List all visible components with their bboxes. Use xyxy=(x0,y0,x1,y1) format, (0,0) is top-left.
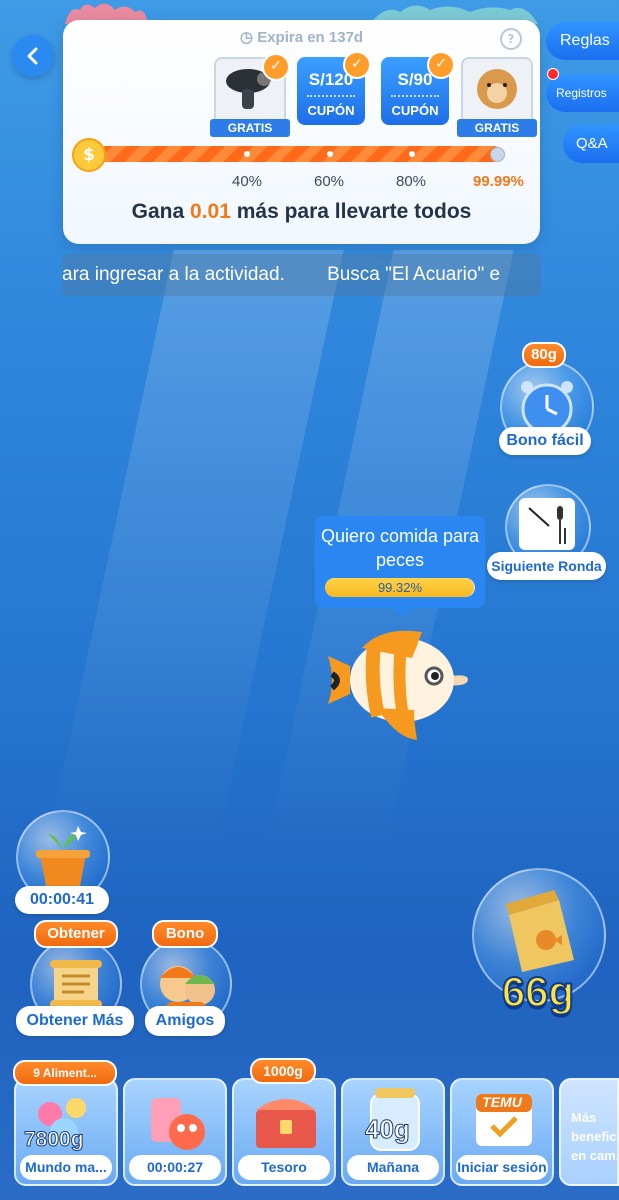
gratis-tag: GRATIS xyxy=(210,119,290,137)
milestone-dot xyxy=(244,151,250,157)
microphone-stand-icon xyxy=(528,506,566,544)
milestone-label: 99.99% xyxy=(473,173,524,190)
expire-label: ◷ Expira en 137d xyxy=(239,29,364,46)
pet-fish[interactable] xyxy=(322,618,472,743)
check-icon: ✓ xyxy=(427,51,455,79)
more-benefits-label: Más beneficios en cam... xyxy=(571,1110,617,1163)
milestone-label: 60% xyxy=(314,173,345,190)
coupon-label: CUPÓN xyxy=(307,103,355,118)
records-button[interactable]: Registros xyxy=(546,74,619,112)
check-icon: ✓ xyxy=(343,51,371,79)
reward-coupon-90[interactable]: S/90 CUPÓN ✓ xyxy=(381,51,455,125)
treasure-chest-icon xyxy=(256,1099,316,1148)
friends-tag: Bono xyxy=(152,920,218,948)
reward-gift-hairdryer[interactable]: ✓ GRATIS xyxy=(210,53,290,137)
bottom-item-treasure[interactable]: Tesoro xyxy=(232,1078,336,1186)
food-amount: 66g xyxy=(501,967,575,1016)
timer-label: 00:00:27 xyxy=(129,1155,221,1180)
world-tag: 9 Aliment... xyxy=(13,1060,117,1086)
qa-button[interactable]: Q&A xyxy=(563,125,619,163)
get-more-label[interactable]: Obtener Más xyxy=(16,1006,134,1036)
gratis-tag: GRATIS xyxy=(457,119,537,137)
login-label: Iniciar sesión xyxy=(456,1155,548,1180)
progress-bar xyxy=(98,146,502,162)
bottom-item-tomorrow[interactable]: 40g Mañana xyxy=(341,1078,445,1186)
coupon-label: CUPÓN xyxy=(391,103,439,118)
clock-icon: ◷ xyxy=(239,29,258,46)
plant-timer: 00:00:41 xyxy=(15,886,109,914)
chevron-left-icon xyxy=(27,47,38,65)
reward-coupon-120[interactable]: S/120 CUPÓN ✓ xyxy=(297,51,371,125)
bottom-item-world[interactable]: 7800g Mundo ma... xyxy=(14,1078,118,1186)
goal-text: Gana 0.01 más para llevarte todos xyxy=(131,200,472,223)
temu-calendar-icon xyxy=(476,1094,532,1146)
milestone-label: 80% xyxy=(396,173,427,190)
notification-dot xyxy=(547,68,559,80)
treasure-label: Tesoro xyxy=(238,1155,330,1180)
fish-message: Quiero comida para peces xyxy=(320,526,480,570)
rewards-card: ◷ Expira en 137d ? ✓ GRATIS S/120 CUPÓN … xyxy=(63,20,540,244)
milestone-dot xyxy=(327,151,333,157)
rules-button[interactable]: Reglas xyxy=(546,22,619,60)
check-icon: ✓ xyxy=(262,53,290,81)
bottom-item-more[interactable]: Más beneficios en cam... xyxy=(559,1078,619,1186)
bono-amount-tag: 80g xyxy=(522,342,566,368)
reward-gift-plush[interactable]: GRATIS xyxy=(457,57,537,137)
bottom-item-timer[interactable]: 00:00:27 xyxy=(123,1078,227,1186)
temu-badge: TEMU xyxy=(482,1094,522,1110)
world-label: Mundo ma... xyxy=(20,1155,112,1180)
tomorrow-badge: 40g xyxy=(365,1114,411,1145)
drink-crab-icon xyxy=(151,1098,205,1150)
bottom-item-login[interactable]: TEMU Iniciar sesión xyxy=(450,1078,554,1186)
fish-speech-bubble: Quiero comida para peces 99.32% xyxy=(315,516,485,618)
progress-fill xyxy=(98,146,502,162)
marquee-banner: ara ingresar a la actividad. Busca "El A… xyxy=(62,254,541,296)
help-icon[interactable]: ? xyxy=(500,28,522,50)
tomorrow-label: Mañana xyxy=(347,1155,439,1180)
get-more-tag: Obtener xyxy=(34,920,118,948)
next-round-label[interactable]: Siguiente Ronda xyxy=(487,552,606,580)
back-button[interactable] xyxy=(12,35,54,77)
milestone-label: 40% xyxy=(232,173,263,190)
plush-toy-icon xyxy=(477,69,517,109)
friends-label[interactable]: Amigos xyxy=(145,1006,225,1036)
treasure-tag: 1000g xyxy=(250,1058,316,1084)
bono-facil-label[interactable]: Bono fácil xyxy=(499,427,591,455)
fish-progress-text: 99.32% xyxy=(377,580,423,595)
milestone-dot xyxy=(409,151,415,157)
world-badge: 7800g xyxy=(24,1128,85,1152)
fish-progress-bar: 99.32% xyxy=(325,578,475,597)
progress-end-marker xyxy=(490,147,505,162)
coin-icon: $ xyxy=(72,138,106,172)
